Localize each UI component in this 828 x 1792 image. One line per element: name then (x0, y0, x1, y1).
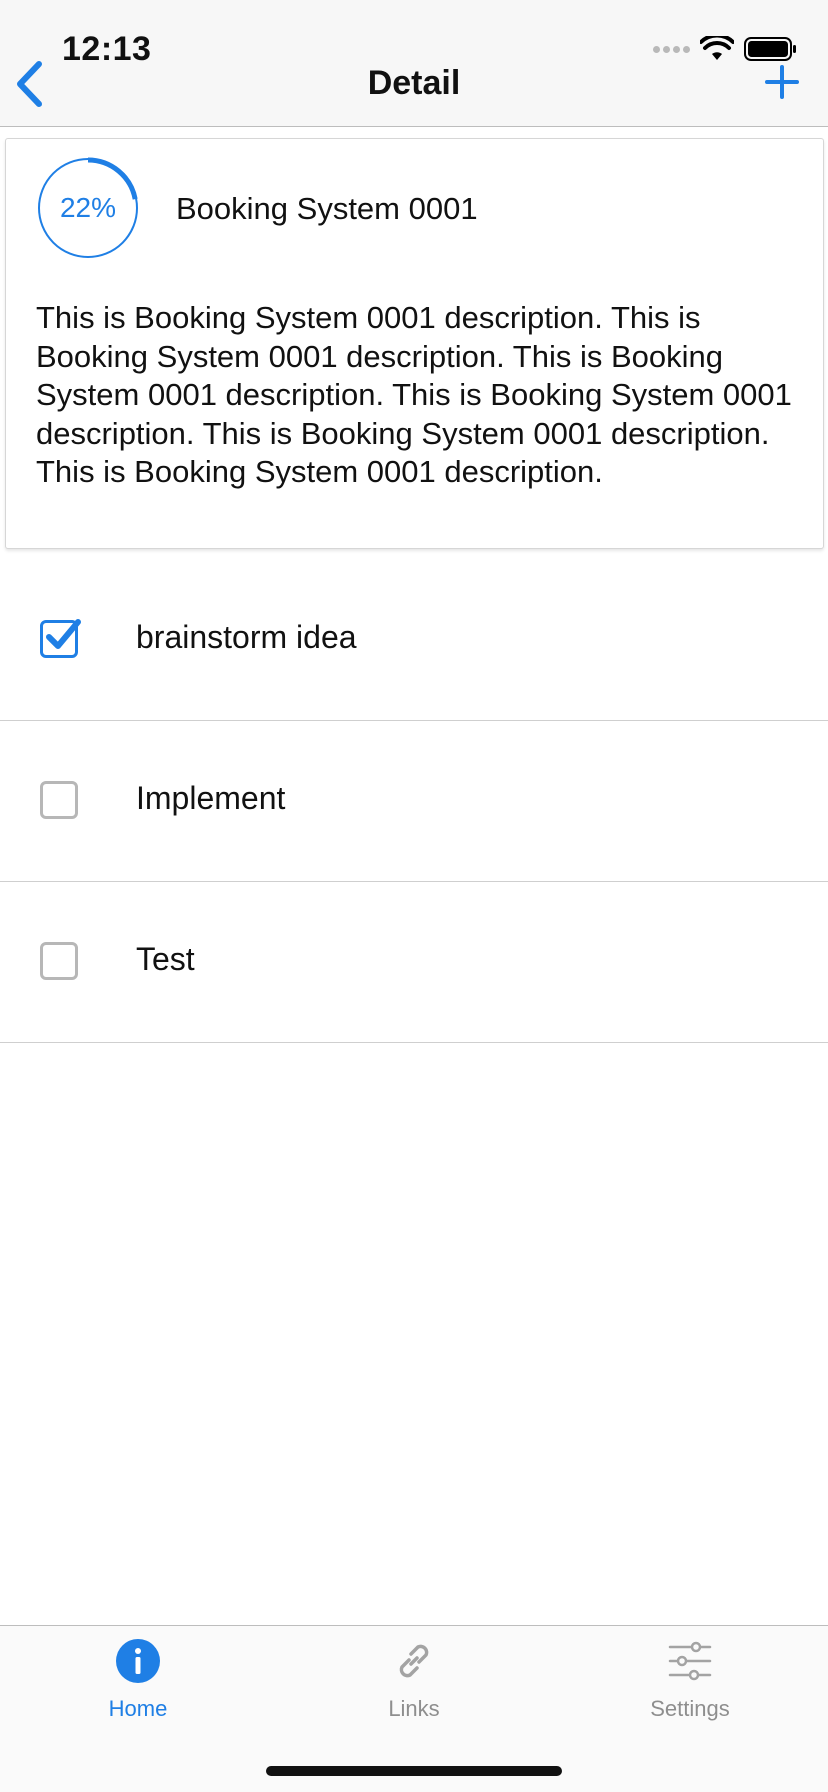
task-row[interactable]: Implement (0, 721, 828, 882)
task-row[interactable]: brainstorm idea (0, 560, 828, 721)
task-label: Implement (136, 780, 286, 816)
checkmark-icon (46, 619, 81, 649)
task-checkbox[interactable] (40, 619, 81, 658)
detail-screen: 12:13 Detail 22% Booking System 0001 Thi… (0, 0, 828, 1792)
info-icon (114, 1637, 162, 1685)
tab-label: Links (388, 1696, 440, 1721)
task-list: brainstorm idea Implement Test (0, 560, 828, 1043)
task-label: brainstorm idea (136, 619, 357, 655)
project-description: This is Booking System 0001 description.… (36, 300, 792, 489)
add-task-button[interactable] (764, 64, 800, 100)
task-row[interactable]: Test (0, 882, 828, 1043)
tab-label: Home (108, 1696, 168, 1721)
navigation-bar: 12:13 Detail (0, 0, 828, 127)
status-indicators (653, 36, 798, 62)
battery-icon (744, 36, 798, 62)
task-checkbox[interactable] (40, 942, 78, 980)
cellular-signal-icon (653, 45, 690, 53)
plus-icon (765, 65, 799, 99)
wifi-icon (700, 36, 734, 62)
task-checkbox[interactable] (40, 781, 78, 819)
link-icon (390, 1637, 438, 1685)
tab-settings[interactable]: Settings (552, 1626, 828, 1746)
tab-home[interactable]: Home (0, 1626, 276, 1746)
task-label: Test (136, 941, 195, 977)
sliders-icon (666, 1637, 714, 1685)
project-title: Booking System 0001 (176, 191, 478, 226)
tab-label: Settings (650, 1696, 730, 1721)
tab-links[interactable]: Links (276, 1626, 552, 1746)
home-indicator (266, 1766, 562, 1776)
progress-percent: 22% (59, 192, 117, 223)
page-title: Detail (367, 64, 461, 102)
project-card: 22% Booking System 0001 This is Booking … (5, 138, 824, 549)
